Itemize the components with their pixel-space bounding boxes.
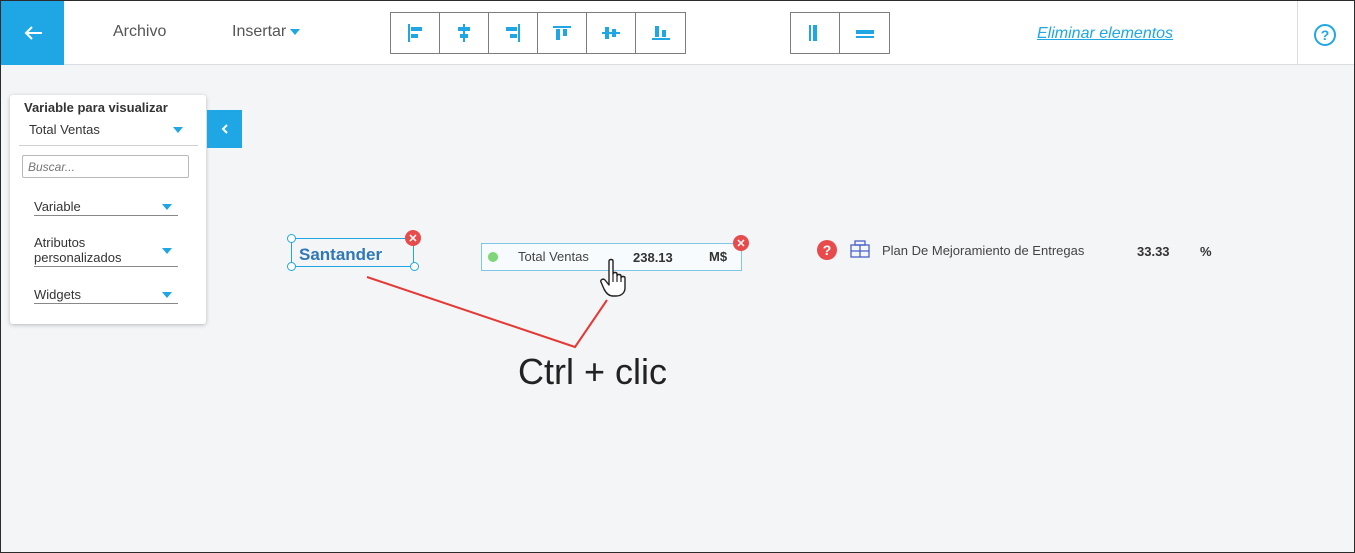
annotation-overlay: [366, 276, 608, 349]
annotation-text: Ctrl + clic: [518, 351, 668, 392]
annotation-line: [366, 276, 608, 349]
hand-pointer-icon: [600, 258, 626, 297]
